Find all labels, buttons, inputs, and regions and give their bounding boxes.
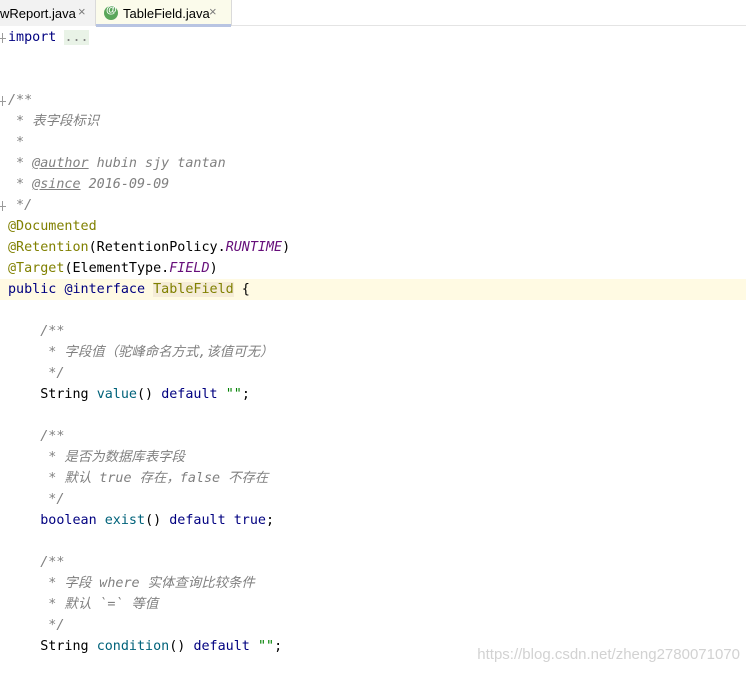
close-icon[interactable]: × [78,4,86,20]
code-line: * 默认 true 存在，false 不存在 [0,468,746,489]
enum-constant: RUNTIME [225,240,283,255]
editor-tab-bar: wReport.java × TableField.java × [0,0,746,27]
watermark: https://blog.csdn.net/zheng2780071070 [477,646,740,663]
doc-comment: */ [8,618,65,633]
keyword: true [233,513,266,528]
enum-constant: FIELD [169,261,210,276]
code-line: @Retention(RetentionPolicy.RUNTIME) [0,237,746,258]
doc-comment: * 字段 where 实体查询比较条件 [8,576,255,591]
fold-marker-icon[interactable] [0,33,6,43]
keyword: default [169,513,226,528]
code-line: */ [0,363,746,384]
doc-comment: * 表字段标识 [8,114,100,129]
annotation-icon [104,4,118,20]
doc-comment: /** [8,93,33,108]
code-line: * 默认 `=` 等值 [0,594,746,615]
close-icon[interactable]: × [209,4,217,20]
code-text: () [169,639,194,654]
code-line: * 字段 where 实体查询比较条件 [0,573,746,594]
keyword: boolean [8,513,97,528]
code-line: @Target(ElementType.FIELD) [0,258,746,279]
doc-comment: /** [8,429,65,444]
code-line: /** [0,426,746,447]
keyword: import [8,30,57,45]
code-line: * 字段值（驼峰命名方式,该值可无） [0,342,746,363]
doc-comment: */ [8,198,33,213]
code-text: ; [241,387,250,402]
code-line: @Documented [0,216,746,237]
doc-comment: * 字段值（驼峰命名方式,该值可无） [8,345,274,360]
type-name: String [8,387,97,402]
doc-comment: */ [8,366,65,381]
tab-tablefield[interactable]: TableField.java × [96,0,232,27]
code-text: ) [209,261,218,276]
code-line: /** [0,552,746,573]
annotation: @Retention [8,240,89,255]
keyword: default [161,387,218,402]
method-name: exist [104,513,146,528]
keyword: public [8,282,57,297]
tab-wreport[interactable]: wReport.java × [0,0,96,26]
doc-comment: * [8,135,25,150]
code-line: * @since 2016-09-09 [0,174,746,195]
fold-marker-icon[interactable] [0,201,6,211]
doc-tag: @since [32,177,81,192]
code-text: (RetentionPolicy. [88,240,226,255]
keyword: @interface [64,282,146,297]
method-name: condition [96,639,170,654]
code-line: boolean exist() default true; [0,510,746,531]
code-line: * 是否为数据库表字段 [0,447,746,468]
code-line: */ [0,615,746,636]
doc-comment: hubin sjy tantan [88,156,226,171]
tab-label: wReport.java [0,6,76,21]
doc-comment: */ [8,492,65,507]
code-text: { [233,282,250,297]
annotation: @Documented [8,219,97,234]
code-text: ; [274,639,283,654]
code-line: */ [0,489,746,510]
tab-label: TableField.java [123,6,210,21]
interface-name: TableField [153,282,234,297]
doc-comment: * 默认 true 存在，false 不存在 [8,471,269,486]
method-name: value [96,387,137,402]
string-literal: "" [257,639,275,654]
code-line: */ [0,195,746,216]
code-text: () [145,513,170,528]
doc-comment: /** [8,555,65,570]
doc-comment: /** [8,324,65,339]
code-line: String value() default ""; [0,384,746,405]
doc-comment: * [8,156,33,171]
code-line: * [0,132,746,153]
code-line: * 表字段标识 [0,111,746,132]
code-editor[interactable]: import ... /** * 表字段标识 * * @author hubin… [0,27,746,671]
code-text: () [137,387,162,402]
folded-region[interactable]: ... [64,30,89,45]
code-line: import ... [0,27,746,48]
doc-comment: 2016-09-09 [80,177,170,192]
code-text: ; [266,513,275,528]
fold-marker-icon[interactable] [0,96,6,106]
code-text: (ElementType. [64,261,170,276]
doc-comment: * [8,177,33,192]
code-line: /** [0,321,746,342]
keyword: default [193,639,250,654]
type-name: String [8,639,97,654]
code-line: /** [0,90,746,111]
code-line: * @author hubin sjy tantan [0,153,746,174]
string-literal: "" [225,387,242,402]
doc-comment: * 是否为数据库表字段 [8,450,185,465]
annotation: @Target [8,261,65,276]
doc-comment: * 默认 `=` 等值 [8,597,159,612]
current-line: public @interface TableField { [0,279,746,300]
doc-tag: @author [32,156,89,171]
code-text: ) [282,240,291,255]
